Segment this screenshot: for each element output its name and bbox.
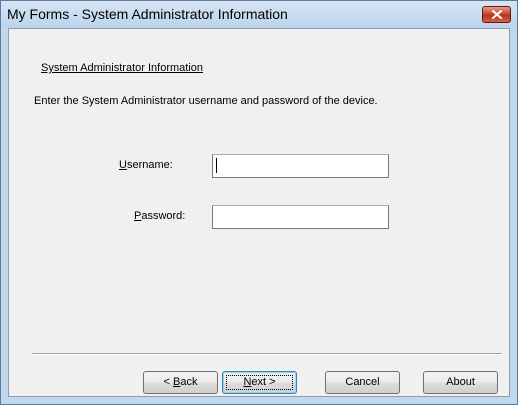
password-label-text: assword: (141, 210, 186, 222)
username-input[interactable] (212, 154, 389, 178)
back-button-prefix: < (163, 376, 173, 388)
button-separator (32, 353, 502, 355)
username-label-text: sername: (126, 159, 173, 171)
client-area: System Administrator Information Enter t… (8, 28, 510, 397)
close-icon (492, 10, 502, 19)
section-title: System Administrator Information (41, 62, 204, 74)
close-button[interactable] (482, 6, 511, 23)
back-button-text: ack (180, 376, 198, 388)
password-label: Password: (134, 210, 185, 222)
wizard-window: My Forms - System Administrator Informat… (0, 0, 518, 405)
text-caret (216, 158, 217, 173)
password-input[interactable] (212, 205, 389, 229)
window-title: My Forms - System Administrator Informat… (7, 6, 288, 22)
cancel-button[interactable]: Cancel (325, 371, 400, 394)
back-button[interactable]: < Back (143, 371, 218, 394)
username-label-mnemonic: U (119, 159, 127, 171)
instructions-text: Enter the System Administrator username … (34, 95, 378, 107)
next-button-text: ext > (251, 376, 276, 388)
username-label: Username: (119, 159, 173, 171)
title-bar[interactable]: My Forms - System Administrator Informat… (1, 1, 517, 28)
next-button[interactable]: Next > (222, 371, 297, 394)
about-button[interactable]: About (423, 371, 498, 394)
